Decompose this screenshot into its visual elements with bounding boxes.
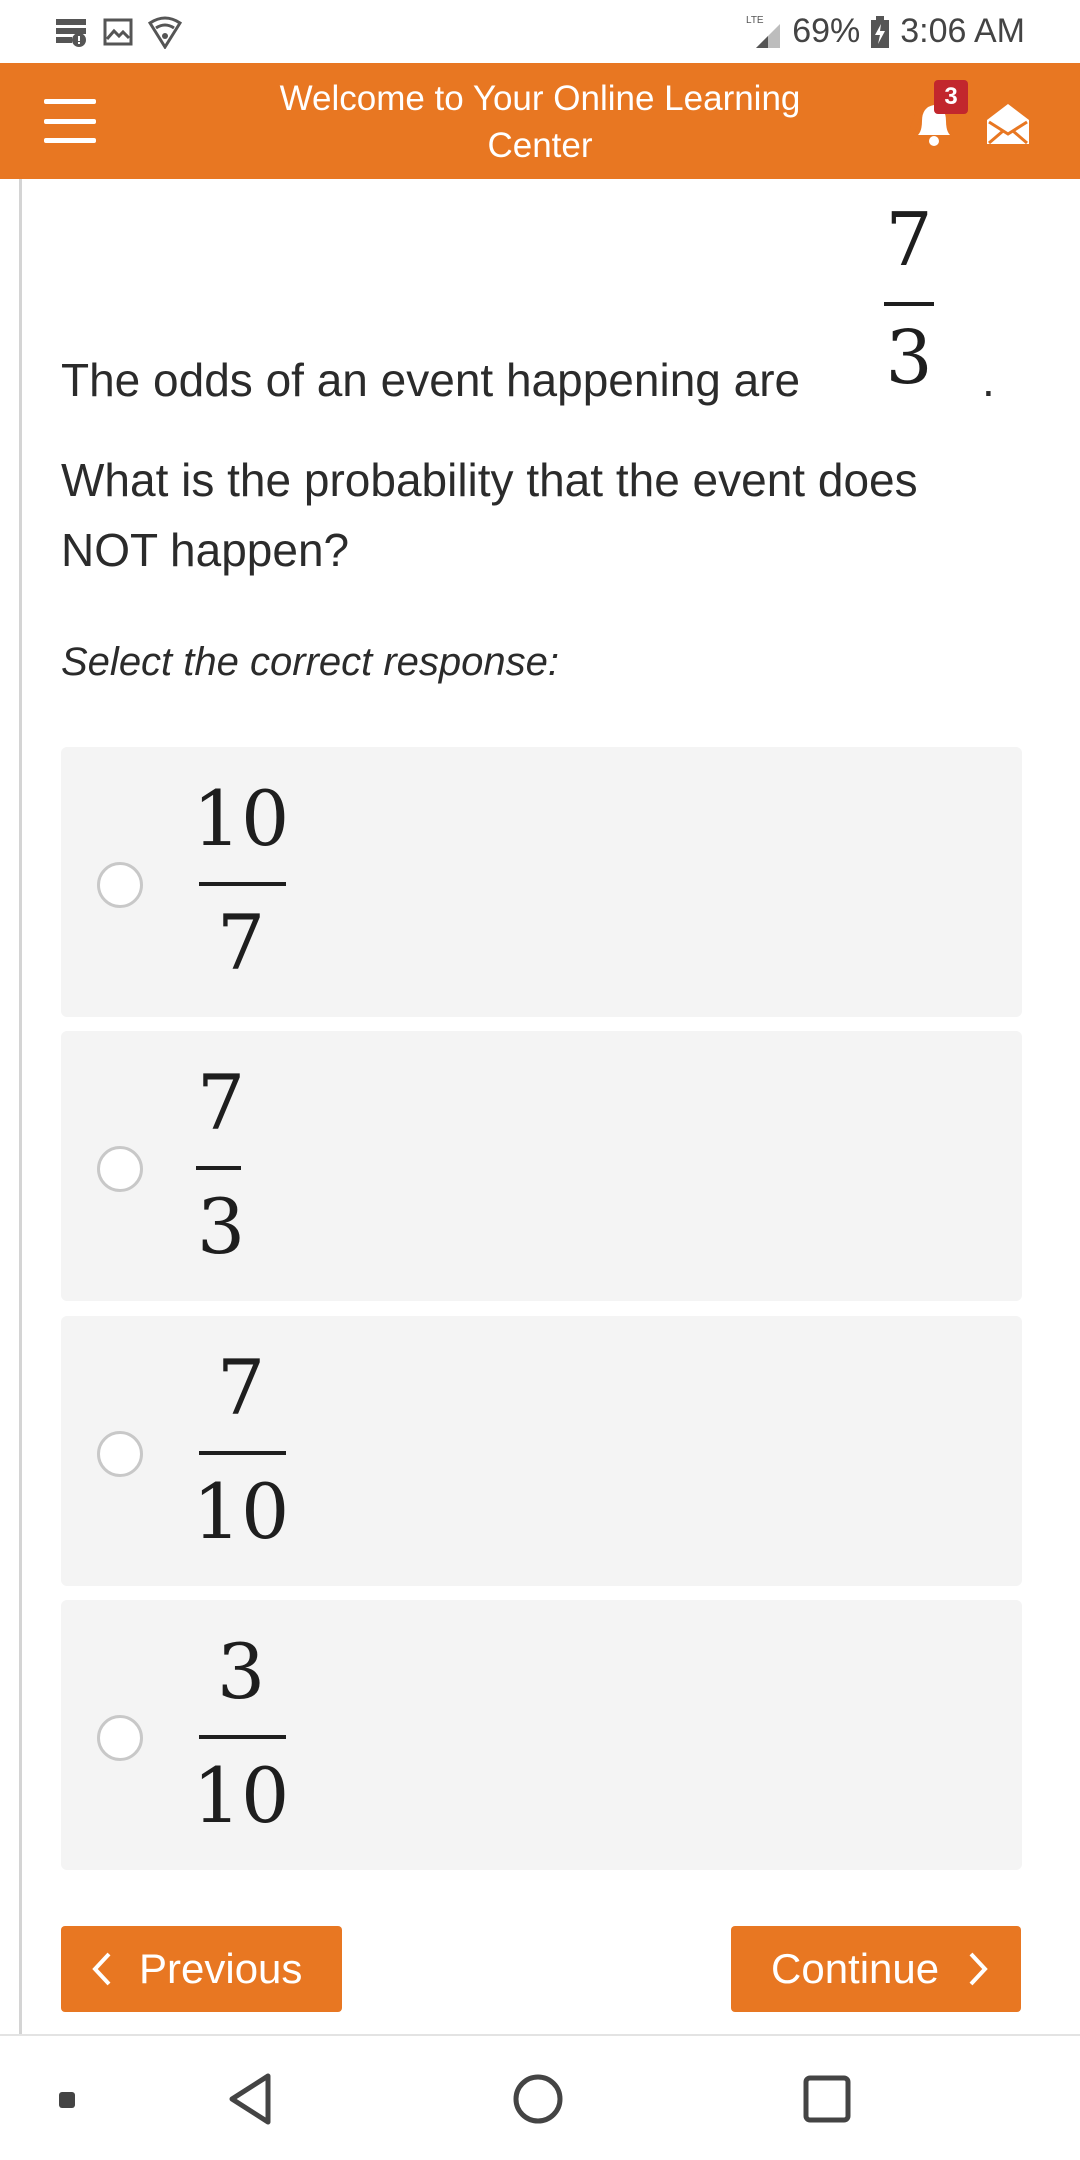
answer-option-2[interactable]: 7 3: [61, 1031, 1022, 1301]
overview-icon[interactable]: [802, 2074, 852, 2129]
instruction-text: Select the correct response:: [61, 640, 560, 684]
option-fraction: 7 3: [186, 1053, 256, 1281]
answer-option-3[interactable]: 7 10: [61, 1316, 1022, 1586]
option-fraction: 10 7: [186, 769, 296, 997]
question-stem: The odds of an event happening are 7 3 .: [61, 195, 1021, 425]
previous-button[interactable]: Previous: [61, 1926, 342, 2012]
option-denominator: 10: [192, 1751, 290, 1840]
option-denominator: 10: [192, 1467, 290, 1556]
fraction-bar: [196, 1166, 241, 1170]
recent-dot-icon: [58, 2091, 76, 2114]
fraction-bar: [199, 882, 286, 886]
option-fraction: 3 10: [186, 1622, 296, 1850]
fraction-bar: [199, 1451, 286, 1455]
continue-label: Continue: [771, 1945, 940, 1992]
signal-icon: LTE: [746, 14, 782, 50]
answer-option-1[interactable]: 10 7: [61, 747, 1022, 1017]
notification-badge: 3: [934, 80, 968, 114]
radio-button[interactable]: [97, 1146, 143, 1192]
question-body: What is the probability that the event d…: [61, 454, 918, 576]
option-denominator: 7: [216, 898, 266, 987]
option-fraction: 7 10: [186, 1338, 296, 1566]
radio-button[interactable]: [97, 1715, 143, 1761]
battery-level: 69%: [792, 12, 861, 50]
fraction-bar: [884, 302, 934, 306]
clock: 3:06 AM: [900, 12, 1025, 50]
back-icon[interactable]: [228, 2072, 274, 2131]
question-suffix: .: [982, 354, 995, 406]
option-numerator: 7: [216, 1343, 266, 1432]
header-title: Welcome to Your Online Learning Center: [279, 79, 801, 165]
option-numerator: 3: [216, 1627, 266, 1716]
question-prefix: The odds of an event happening are: [61, 354, 801, 406]
fraction-numerator: 7: [885, 197, 933, 283]
vpn-shield-icon: [147, 15, 183, 49]
system-nav-bar: [0, 2034, 1080, 2160]
mail-icon[interactable]: [985, 100, 1031, 148]
battery-charging-icon: [870, 15, 890, 48]
radio-button[interactable]: [97, 1431, 143, 1477]
continue-button[interactable]: Continue: [731, 1926, 1021, 2012]
notification-icon: [55, 17, 89, 47]
app-header: Welcome to Your Online Learning Center 3: [0, 63, 1080, 179]
status-left-icons: [55, 15, 183, 49]
fraction-bar: [199, 1735, 286, 1739]
answer-option-4[interactable]: 3 10: [61, 1600, 1022, 1870]
option-numerator: 10: [192, 774, 290, 863]
option-numerator: 7: [196, 1058, 246, 1147]
radio-button[interactable]: [97, 862, 143, 908]
previous-label: Previous: [139, 1945, 303, 1992]
status-right: LTE 69% 3:06 AM: [746, 12, 1025, 51]
option-denominator: 3: [196, 1182, 246, 1271]
network-type: LTE: [746, 15, 764, 26]
fraction-denominator: 3: [885, 315, 933, 401]
chevron-left-icon: [91, 1951, 113, 1987]
image-icon: [103, 17, 133, 47]
hamburger-menu-icon[interactable]: [44, 99, 96, 143]
status-bar: LTE 69% 3:06 AM: [0, 0, 1080, 63]
home-icon[interactable]: [512, 2073, 564, 2130]
chevron-right-icon: [967, 1951, 989, 1987]
